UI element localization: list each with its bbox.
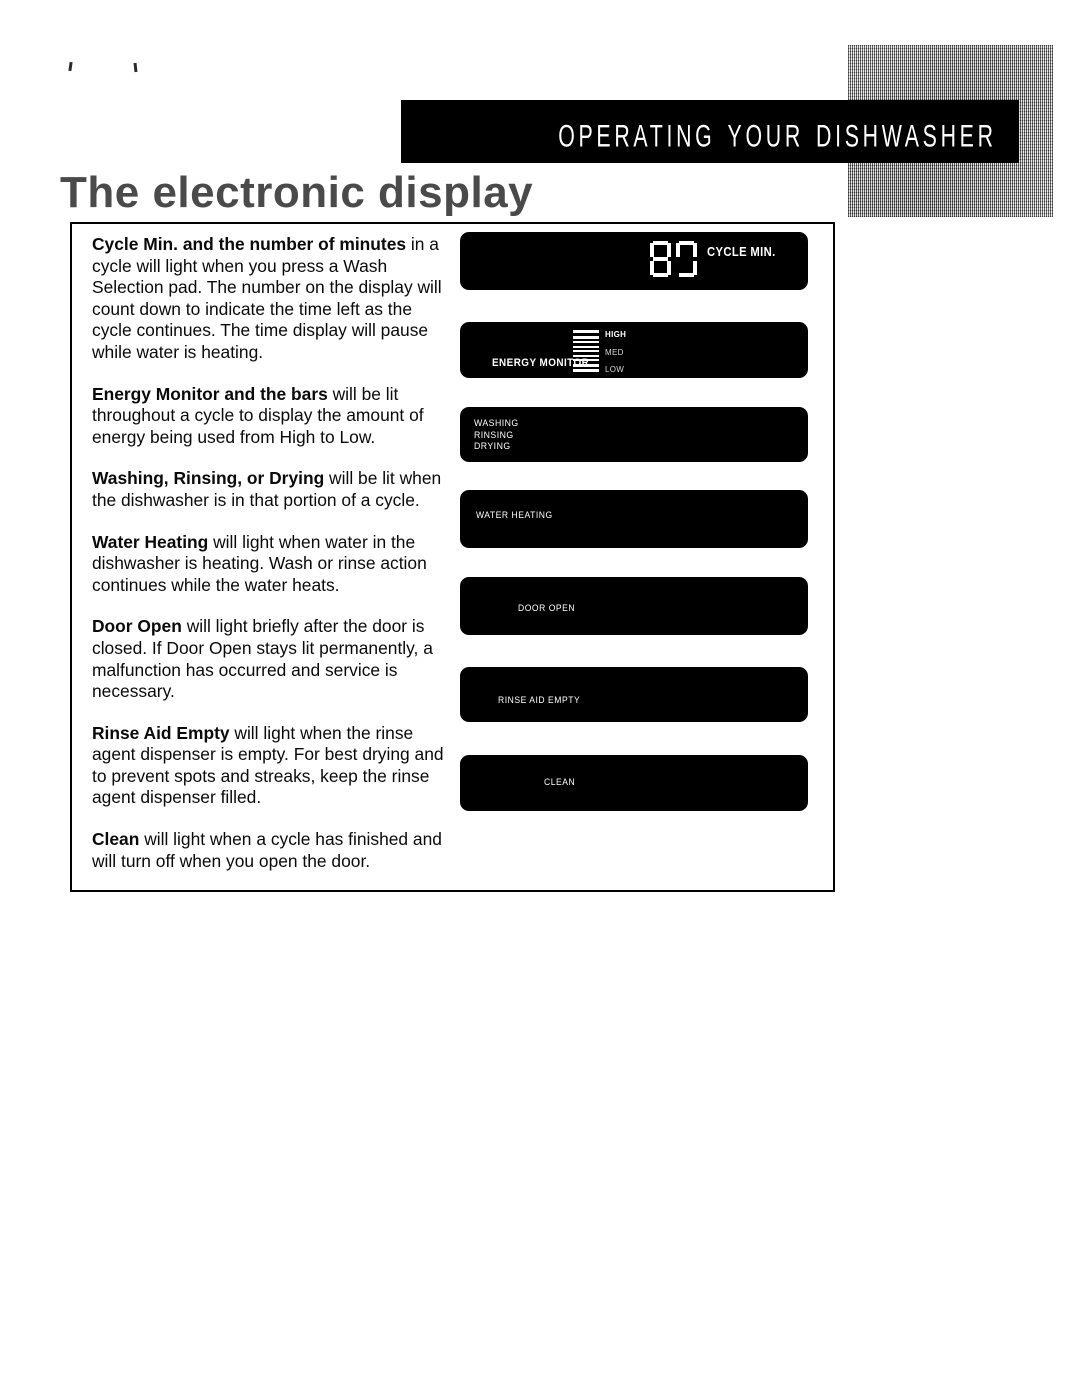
segment-d [679,273,694,277]
page-subtitle: The electronic display [60,168,534,218]
segment-a [653,241,668,245]
energy-bar [573,335,599,339]
paragraph-lead-cycle-min: Cycle Min. and the number of minutes [92,234,407,254]
paragraph-door-open: Door Open will light briefly after the d… [92,616,447,702]
display-panel-rinse-aid-empty: RINSE AID EMPTY [460,667,808,722]
paragraph-lead-door-open: Door Open [92,616,182,637]
display-panel-cycle-min: CYCLE MIN. [460,232,808,290]
paragraph-cycle-state: Washing, Rinsing, or Drying will be lit … [92,468,447,511]
water-heating-label: WATER HEATING [476,510,553,521]
section-header-bar: Operating Your Dishwasher [401,100,1019,163]
paragraph-water-heating: Water Heating will light when water in t… [92,532,447,597]
display-illustration-column: CYCLE MIN. ENERGY MONITOR HIGH MED LOW W… [460,232,812,811]
paragraph-energy-monitor: Energy Monitor and the bars will be lit … [92,384,447,449]
scan-speck-right [133,62,138,73]
seven-segment-digit-tens [650,241,671,277]
segment-g [653,257,668,261]
display-panel-clean: CLEAN [460,755,808,811]
segment-g [679,257,694,261]
energy-bar [573,354,599,357]
seven-segment-digits [650,241,697,277]
paragraph-lead-clean: Clean [92,829,140,850]
energy-tick-high-label: HIGH [605,330,627,339]
rinsing-label: RINSING [474,429,514,441]
cycle-min-label: CYCLE MIN. [707,245,776,259]
energy-bar [573,350,599,352]
display-panel-water-heating: WATER HEATING [460,490,808,548]
segment-f [650,243,654,257]
segment-a [679,241,694,245]
energy-bar [573,341,599,343]
drying-label: DRYING [474,441,511,452]
paragraph-clean: Clean will light when a cycle has finish… [92,829,447,872]
content-box: Cycle Min. and the number of minutes in … [70,222,835,892]
segment-b [667,243,671,257]
section-title: Operating Your Dishwasher [558,105,997,156]
display-panel-cycle-state: WASHING RINSING DRYING [460,407,808,462]
display-panel-door-open: DOOR OPEN [460,577,808,635]
energy-bar [573,359,599,361]
scan-speck-left [68,61,73,72]
segment-f [676,243,680,257]
energy-bar [573,363,599,367]
description-column: Cycle Min. and the number of minutes in … [92,234,447,892]
energy-bar-stack [573,330,599,372]
paragraph-lead-energy-monitor: Energy Monitor and the bars [92,383,328,404]
energy-tick-low-label: LOW [605,365,625,374]
door-open-label: DOOR OPEN [518,603,576,614]
segment-d [653,273,668,277]
subtitle-container: The electronic display [60,168,534,218]
energy-bar [573,369,599,372]
cycle-state-labels: WASHING RINSING DRYING [474,418,523,453]
clean-label: CLEAN [544,777,576,788]
paragraph-lead-water-heating: Water Heating [92,531,209,552]
paragraph-rinse-aid: Rinse Aid Empty will light when the rins… [92,723,447,809]
energy-bar [573,330,599,333]
energy-bar [573,345,599,348]
rinse-aid-empty-label: RINSE AID EMPTY [498,695,581,706]
paragraph-body-clean: will light when a cycle has finished and… [92,829,442,871]
paragraph-lead-rinse-aid: Rinse Aid Empty [92,722,230,743]
paragraph-lead-cycle-state: Washing, Rinsing, or Drying [92,468,325,489]
washing-label: WASHING [474,418,519,429]
paragraph-cycle-min: Cycle Min. and the number of minutes in … [92,234,447,364]
seven-segment-digit-ones [676,241,697,277]
segment-b [693,243,697,257]
energy-tick-med-label: MED [605,348,624,357]
display-panel-energy-monitor: ENERGY MONITOR HIGH MED LOW [460,322,808,378]
